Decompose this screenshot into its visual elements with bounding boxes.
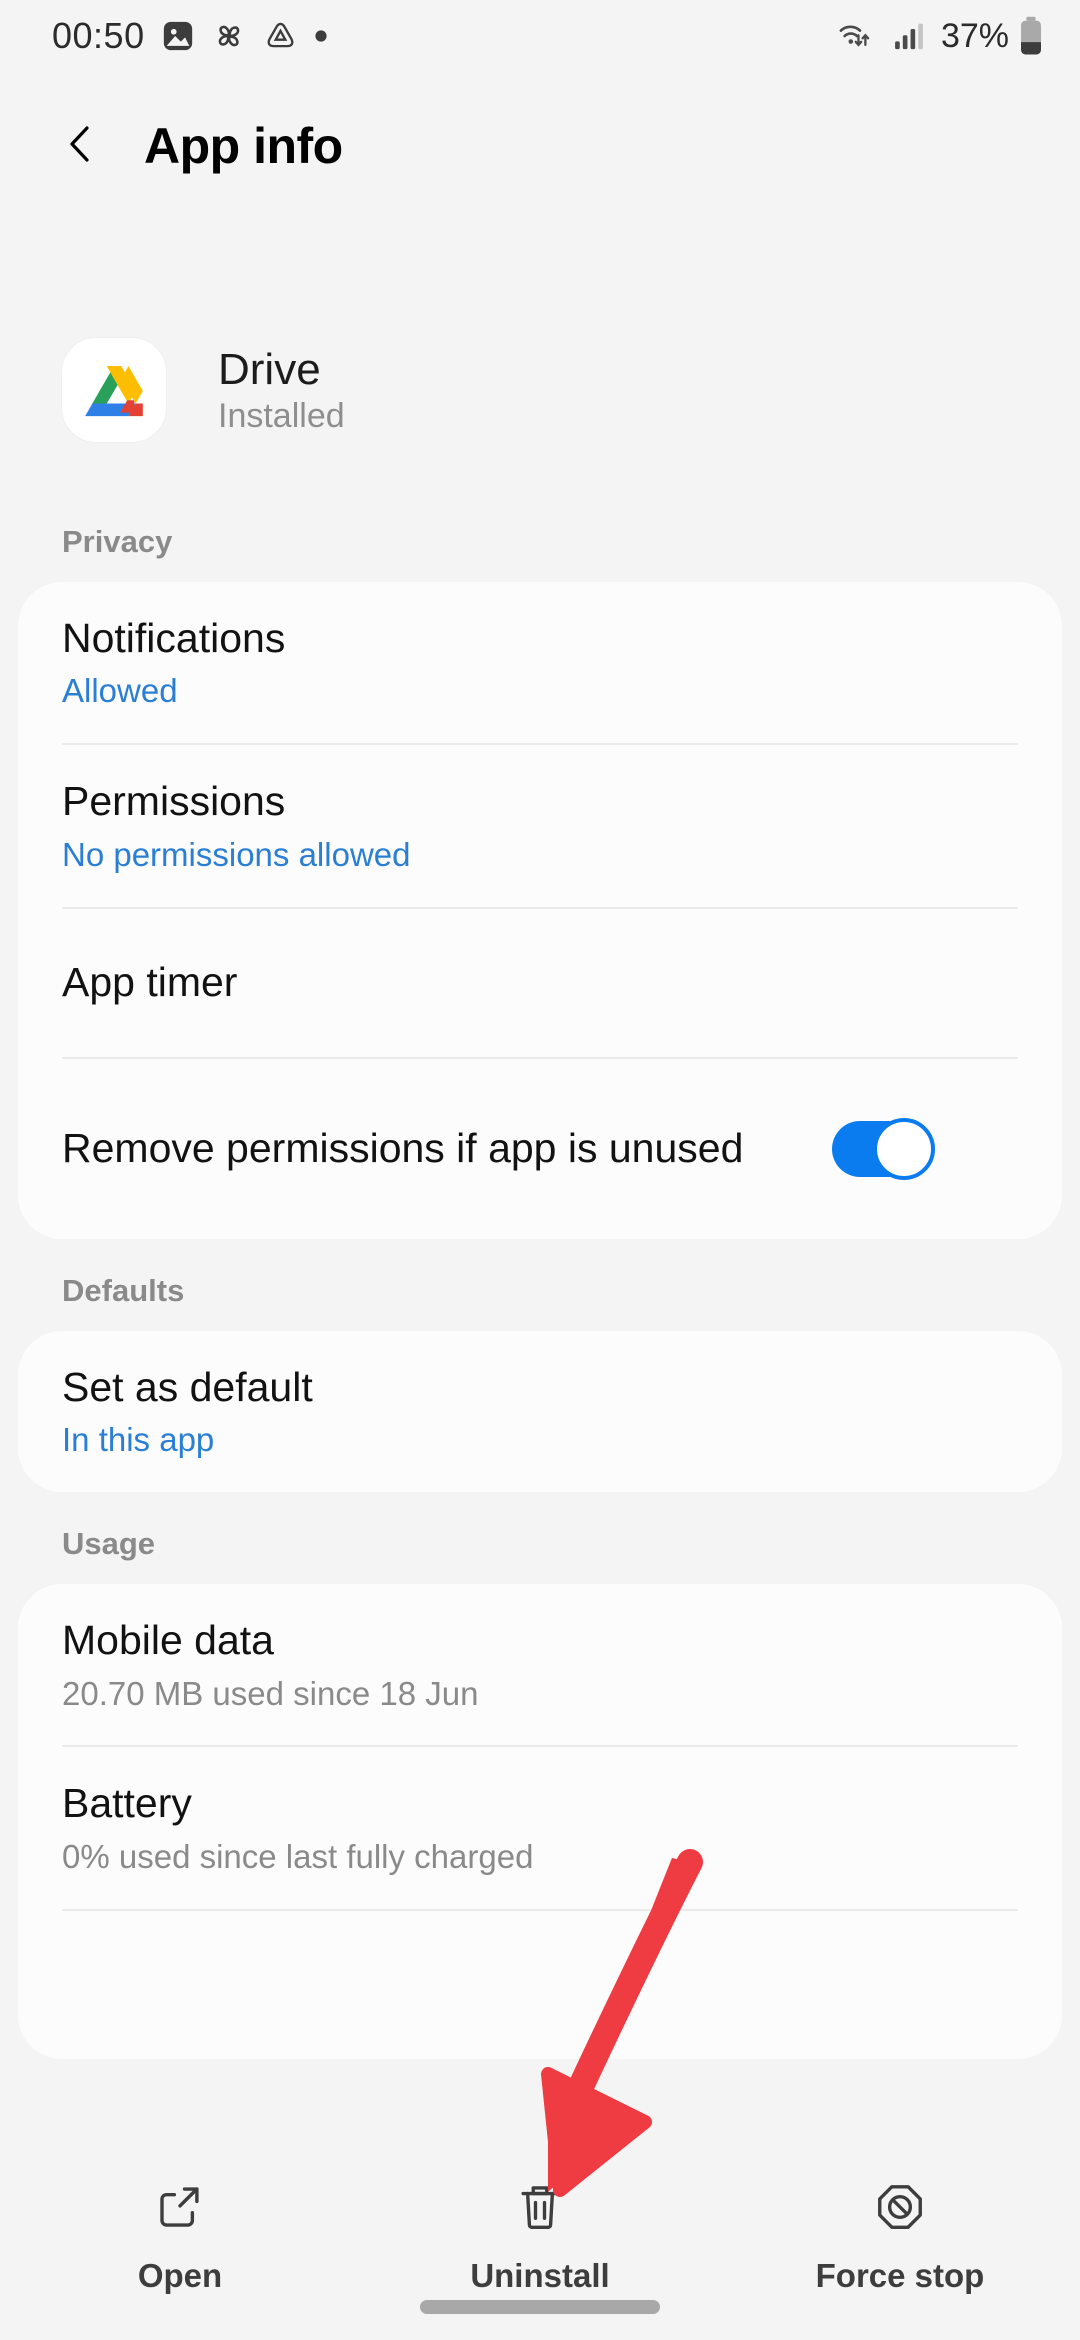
app-meta: Drive Installed [218,345,345,436]
gallery-icon [161,19,195,53]
row-subtitle: No permissions allowed [62,835,411,873]
row-app-timer[interactable]: App timer [18,909,1062,1057]
row-subtitle: Allowed [62,672,178,710]
trash-icon [513,2180,567,2239]
open-external-icon [153,2180,207,2239]
home-indicator[interactable] [420,2300,660,2314]
row-text: Battery 0% used since last fully charged [62,1747,1018,1908]
battery-percent-label: 37% [940,16,1009,55]
page-header: App info [0,72,1080,220]
row-subtitle: In this app [62,1421,215,1459]
page-title: App info [144,118,343,174]
dot-icon [314,29,328,43]
defaults-card: Set as default In this app [18,1330,1062,1493]
status-bar-right: 37% [837,16,1044,56]
row-title: App timer [62,959,238,1006]
row-partially-visible[interactable] [18,1911,1062,2059]
pinwheel-icon [211,18,247,54]
row-text: Permissions No permissions allowed [62,745,1018,906]
app-install-state: Installed [218,396,345,435]
google-drive-icon [62,338,166,442]
row-title: Set as default [62,1363,313,1410]
row-text: Mobile data 20.70 MB used since 18 Jun [62,1584,1018,1745]
usage-card: Mobile data 20.70 MB used since 18 Jun B… [18,1584,1062,2059]
app-identity: Drive Installed [0,330,1080,450]
remove-permissions-toggle[interactable] [832,1117,935,1180]
section-label-privacy: Privacy [62,524,173,559]
uninstall-button[interactable]: Uninstall [360,2180,720,2295]
section-label-defaults: Defaults [62,1272,185,1308]
force-stop-button[interactable]: Force stop [720,2180,1080,2295]
open-label: Open [137,2257,223,2294]
row-remove-permissions[interactable]: Remove permissions if app is unused [18,1059,1062,1239]
force-stop-icon [873,2180,927,2239]
chevron-left-icon [57,120,105,173]
section-label-usage: Usage [62,1526,156,1562]
row-title: Mobile data [62,1617,274,1664]
row-permissions[interactable]: Permissions No permissions allowed [18,745,1062,906]
row-notifications[interactable]: Notifications Allowed [18,582,1062,743]
wifi-updown-icon [837,17,883,55]
cellular-signal-icon [892,19,926,53]
row-title: Permissions [62,778,286,825]
uninstall-label: Uninstall [470,2257,610,2294]
row-subtitle: 0% used since last fully charged [62,1837,534,1875]
row-text: Remove permissions if app is unused [62,1092,802,1204]
row-title: Battery [62,1780,192,1827]
row-text: Set as default In this app [62,1331,1018,1492]
settings-list[interactable]: Privacy Notifications Allowed Permission… [0,490,1080,2150]
force-stop-label: Force stop [815,2257,985,2294]
row-mobile-data[interactable]: Mobile data 20.70 MB used since 18 Jun [18,1584,1062,1745]
drive-triangle-icon [263,19,298,54]
row-battery[interactable]: Battery 0% used since last fully charged [18,1747,1062,1908]
toggle-knob [873,1117,935,1180]
row-title: Remove permissions if app is unused [62,1125,744,1172]
app-info-screen: 00:50 37% App info Drive Installed Priva… [0,0,1080,2340]
status-bar-clock: 00:50 [52,15,145,56]
back-button[interactable] [54,119,108,173]
row-subtitle: 20.70 MB used since 18 Jun [62,1674,479,1712]
status-bar-left: 00:50 [52,15,328,57]
row-set-as-default[interactable]: Set as default In this app [18,1331,1062,1492]
status-bar: 00:50 37% [0,0,1080,72]
row-text: Notifications Allowed [62,582,1018,743]
app-name: Drive [218,344,321,394]
privacy-card: Notifications Allowed Permissions No per… [18,582,1062,1239]
row-title: Notifications [62,615,286,661]
battery-icon [1018,16,1044,56]
row-text: App timer [62,926,1018,1038]
open-button[interactable]: Open [0,2180,360,2295]
